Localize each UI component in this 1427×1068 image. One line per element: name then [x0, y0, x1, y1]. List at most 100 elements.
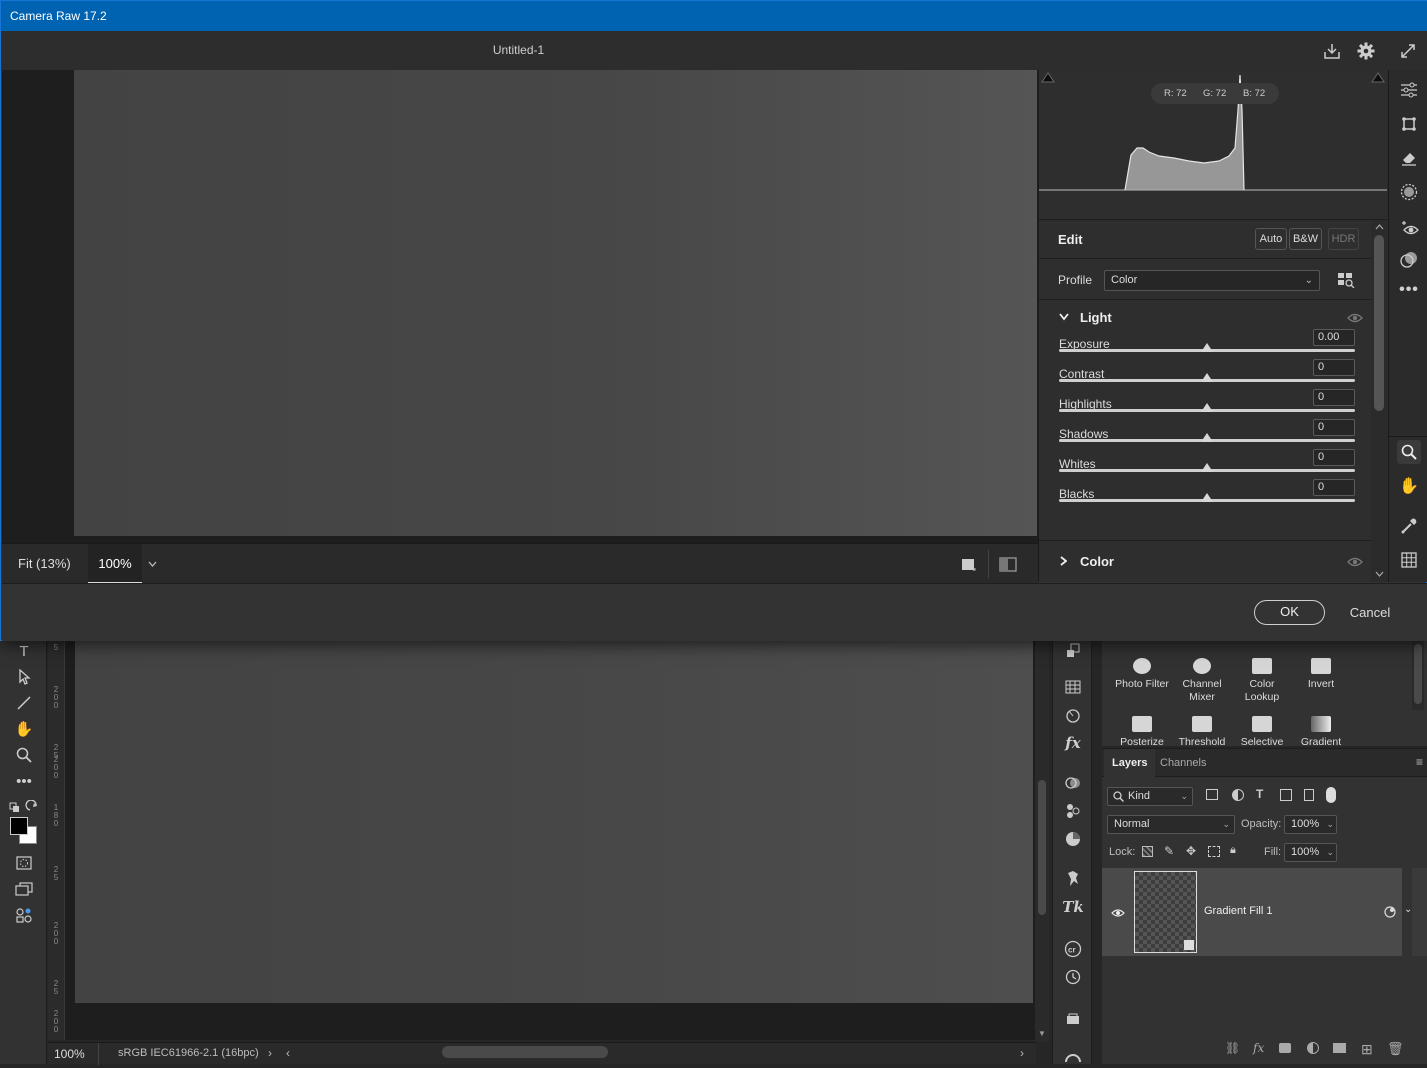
- highlight-clipping-warning-icon[interactable]: [1372, 73, 1386, 85]
- new-adjustment-layer-icon[interactable]: [1307, 1042, 1319, 1054]
- zoom-dropdown-chevron-icon[interactable]: [143, 544, 161, 584]
- profile-select[interactable]: Color ⌄: [1104, 270, 1320, 291]
- layer-name[interactable]: Gradient Fill 1: [1204, 905, 1272, 917]
- before-after-view-icon[interactable]: [998, 556, 1018, 572]
- fill-field[interactable]: 100% ⌄: [1284, 843, 1337, 862]
- layer-effects-icon[interactable]: [1384, 906, 1396, 918]
- hand-tool-icon[interactable]: ✋: [1397, 474, 1421, 498]
- scrollbar-thumb[interactable]: [1414, 644, 1422, 704]
- tab-layers[interactable]: Layers: [1104, 749, 1156, 777]
- adjustment-selective-color[interactable]: Selective: [1232, 716, 1292, 746]
- color-section-title[interactable]: Color: [1080, 554, 1114, 569]
- swap-colors-icon[interactable]: [6, 796, 42, 818]
- slider-value-field[interactable]: 0: [1313, 419, 1355, 436]
- link-layers-icon[interactable]: ⛓︎: [1225, 1041, 1240, 1055]
- adjustment-posterize[interactable]: Posterize: [1112, 716, 1172, 746]
- color-swatches[interactable]: [10, 817, 38, 845]
- image-preview[interactable]: [74, 70, 1037, 536]
- add-mask-icon[interactable]: [1279, 1043, 1291, 1053]
- zoom-tool-icon[interactable]: [12, 744, 36, 766]
- add-layer-style-icon[interactable]: fx: [1253, 1041, 1264, 1055]
- slider-value-field[interactable]: 0: [1313, 449, 1355, 466]
- light-section-title[interactable]: Light: [1080, 310, 1112, 325]
- lock-transparent-icon[interactable]: [1142, 846, 1153, 857]
- slider-value-field[interactable]: 0: [1313, 479, 1355, 496]
- filter-pixel-icon[interactable]: [1206, 789, 1218, 800]
- hand-tool-icon[interactable]: ✋: [12, 718, 36, 740]
- chevron-down-icon[interactable]: ⌄: [1326, 816, 1334, 833]
- cancel-button[interactable]: Cancel: [1340, 600, 1400, 625]
- slider-thumb[interactable]: [1201, 493, 1213, 502]
- quick-mask-icon[interactable]: [12, 852, 36, 874]
- zoom-level[interactable]: 100%: [54, 1047, 85, 1061]
- adjustment-gradient-map[interactable]: Gradient: [1291, 716, 1351, 746]
- auto-button[interactable]: Auto: [1255, 228, 1287, 250]
- gauge-icon[interactable]: [1061, 1046, 1085, 1068]
- edit-toolbar-icon[interactable]: [12, 904, 36, 926]
- ok-button[interactable]: OK: [1254, 600, 1325, 625]
- adjustment-threshold[interactable]: Threshold: [1172, 716, 1232, 746]
- puppet-icon[interactable]: [1061, 868, 1085, 890]
- edit-panel-scrollbar[interactable]: [1371, 221, 1388, 582]
- blend-mode-select[interactable]: Normal ⌄: [1107, 815, 1235, 834]
- red-eye-icon[interactable]: [1397, 216, 1421, 240]
- color-wheel-icon[interactable]: [1061, 828, 1085, 850]
- filter-type-icon[interactable]: T: [1256, 787, 1263, 801]
- layer-row[interactable]: Gradient Fill 1 ⌄: [1102, 868, 1412, 956]
- camera-raw-icon[interactable]: cr: [1061, 938, 1085, 960]
- scroll-down-icon[interactable]: [1375, 571, 1384, 577]
- visibility-eye-icon[interactable]: [1111, 908, 1125, 918]
- chevron-down-icon[interactable]: [1059, 313, 1069, 321]
- shadow-clipping-warning-icon[interactable]: [1042, 73, 1056, 85]
- edit-sliders-icon[interactable]: [1397, 78, 1421, 102]
- slider-value-field[interactable]: 0: [1313, 389, 1355, 406]
- more-options-icon[interactable]: •••: [1397, 278, 1421, 302]
- line-tool-icon[interactable]: [12, 692, 36, 714]
- chevron-down-icon[interactable]: ⌄: [1326, 844, 1334, 861]
- libraries-icon[interactable]: [1061, 1008, 1085, 1030]
- filter-shape-icon[interactable]: [1280, 789, 1292, 801]
- filter-adjustment-icon[interactable]: [1232, 789, 1244, 801]
- masking-icon[interactable]: [1397, 180, 1421, 204]
- slider-value-field[interactable]: 0: [1313, 359, 1355, 376]
- styles-icon[interactable]: [1061, 704, 1085, 726]
- visibility-eye-icon[interactable]: [1347, 557, 1363, 567]
- zoom-tool-icon[interactable]: [1397, 440, 1421, 464]
- scrollbar-thumb[interactable]: [1374, 235, 1384, 411]
- profile-browser-icon[interactable]: [1337, 272, 1355, 290]
- arrange-icon[interactable]: [1061, 640, 1085, 662]
- path-selection-tool-icon[interactable]: [12, 666, 36, 688]
- remove-tool-eraser-icon[interactable]: [1397, 146, 1421, 170]
- slider-thumb[interactable]: [1201, 373, 1213, 382]
- slider-thumb[interactable]: [1201, 463, 1213, 472]
- zoom-fit-button[interactable]: Fit (13%): [10, 544, 79, 584]
- opacity-field[interactable]: 100% ⌄: [1284, 815, 1337, 834]
- window-titlebar[interactable]: Camera Raw 17.2: [1, 1, 1427, 31]
- filter-smart-object-icon[interactable]: [1304, 789, 1314, 801]
- slider-value-field[interactable]: 0.00: [1313, 329, 1355, 346]
- hdr-button[interactable]: HDR: [1328, 228, 1359, 250]
- filter-toggle-icon[interactable]: [1326, 787, 1336, 803]
- crop-tool-icon[interactable]: [1397, 112, 1421, 136]
- fx-icon[interactable]: fx: [1061, 732, 1085, 754]
- new-group-icon[interactable]: [1333, 1043, 1346, 1053]
- visibility-eye-icon[interactable]: [1347, 313, 1363, 323]
- canvas-vertical-scrollbar[interactable]: ▼: [1035, 640, 1049, 1042]
- screen-mode-icon[interactable]: [12, 878, 36, 900]
- scrollbar-thumb[interactable]: [1038, 780, 1046, 915]
- lock-move-icon[interactable]: ✥: [1186, 844, 1196, 858]
- adjustment-invert[interactable]: Invert: [1291, 640, 1351, 691]
- adjustments-icon[interactable]: [1061, 772, 1085, 794]
- lock-all-icon[interactable]: 🔒︎: [1230, 844, 1236, 857]
- properties-icon[interactable]: [1061, 800, 1085, 822]
- settings-gear-icon[interactable]: [1355, 40, 1377, 62]
- adjustment-channel-mixer[interactable]: Channel Mixer: [1172, 640, 1232, 704]
- new-layer-icon[interactable]: ⊞: [1361, 1041, 1373, 1058]
- slider-thumb[interactable]: [1201, 403, 1213, 412]
- history-icon[interactable]: [1061, 966, 1085, 988]
- layer-filter-kind-select[interactable]: Kind ⌄: [1107, 787, 1193, 806]
- zoom-100-button[interactable]: 100%: [88, 544, 142, 584]
- text-kerning-icon[interactable]: Tk: [1061, 896, 1085, 918]
- scroll-up-icon[interactable]: [1375, 224, 1384, 230]
- panel-menu-icon[interactable]: ≡: [1416, 755, 1423, 769]
